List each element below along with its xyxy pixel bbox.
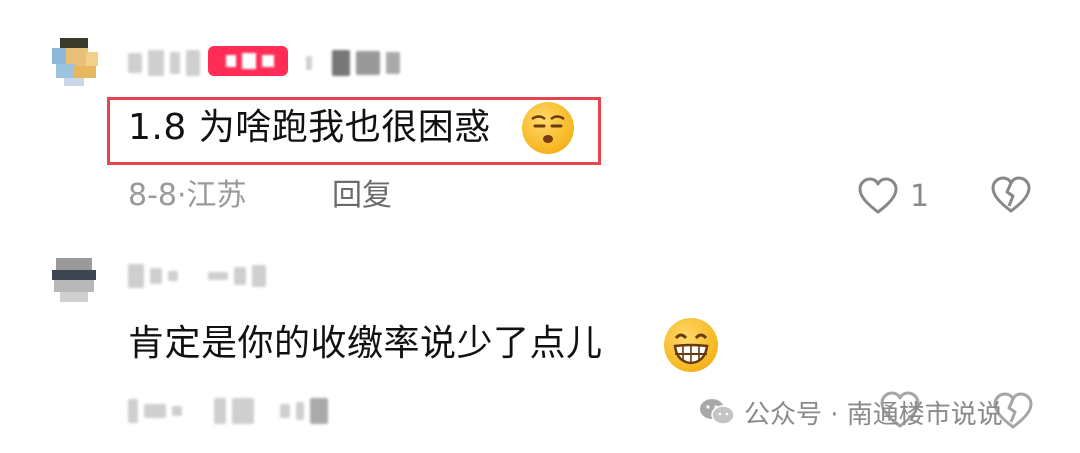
wechat-icon (700, 399, 735, 425)
metadata-blurred (306, 48, 400, 78)
author-tag (208, 46, 288, 76)
watermark: 公众号 · 南通楼市说说 (698, 392, 1003, 432)
comment-date: 8-8 (128, 178, 177, 213)
broken-heart-icon (991, 176, 1031, 213)
username-blurred[interactable] (128, 262, 266, 290)
comment-location: 江苏 (186, 178, 247, 213)
comment-meta: 8-8·江苏 (128, 176, 247, 216)
grinning-face-icon (664, 318, 718, 372)
avatar[interactable] (46, 34, 100, 88)
comment-text: 1.8 为啥跑我也很困惑 (128, 106, 491, 150)
comment-text-content: 肯定是你的收缴率说少了点儿 (128, 323, 603, 364)
username-blurred[interactable] (128, 48, 200, 78)
meta-separator: · (177, 178, 187, 213)
avatar[interactable] (46, 252, 100, 306)
comment-text: 肯定是你的收缴率说少了点儿 (128, 322, 603, 366)
comment-text-content: 1.8 为啥跑我也很困惑 (128, 107, 491, 148)
smirking-face-icon (522, 102, 574, 154)
like-button[interactable]: 1 (856, 174, 936, 218)
comment-meta-blurred (128, 396, 328, 426)
watermark-text: 公众号 · 南通楼市说说 (744, 399, 1003, 430)
heart-icon (858, 177, 898, 214)
reply-button[interactable]: 回复 (332, 176, 392, 216)
like-count: 1 (910, 178, 930, 214)
dislike-button[interactable] (988, 174, 1034, 218)
